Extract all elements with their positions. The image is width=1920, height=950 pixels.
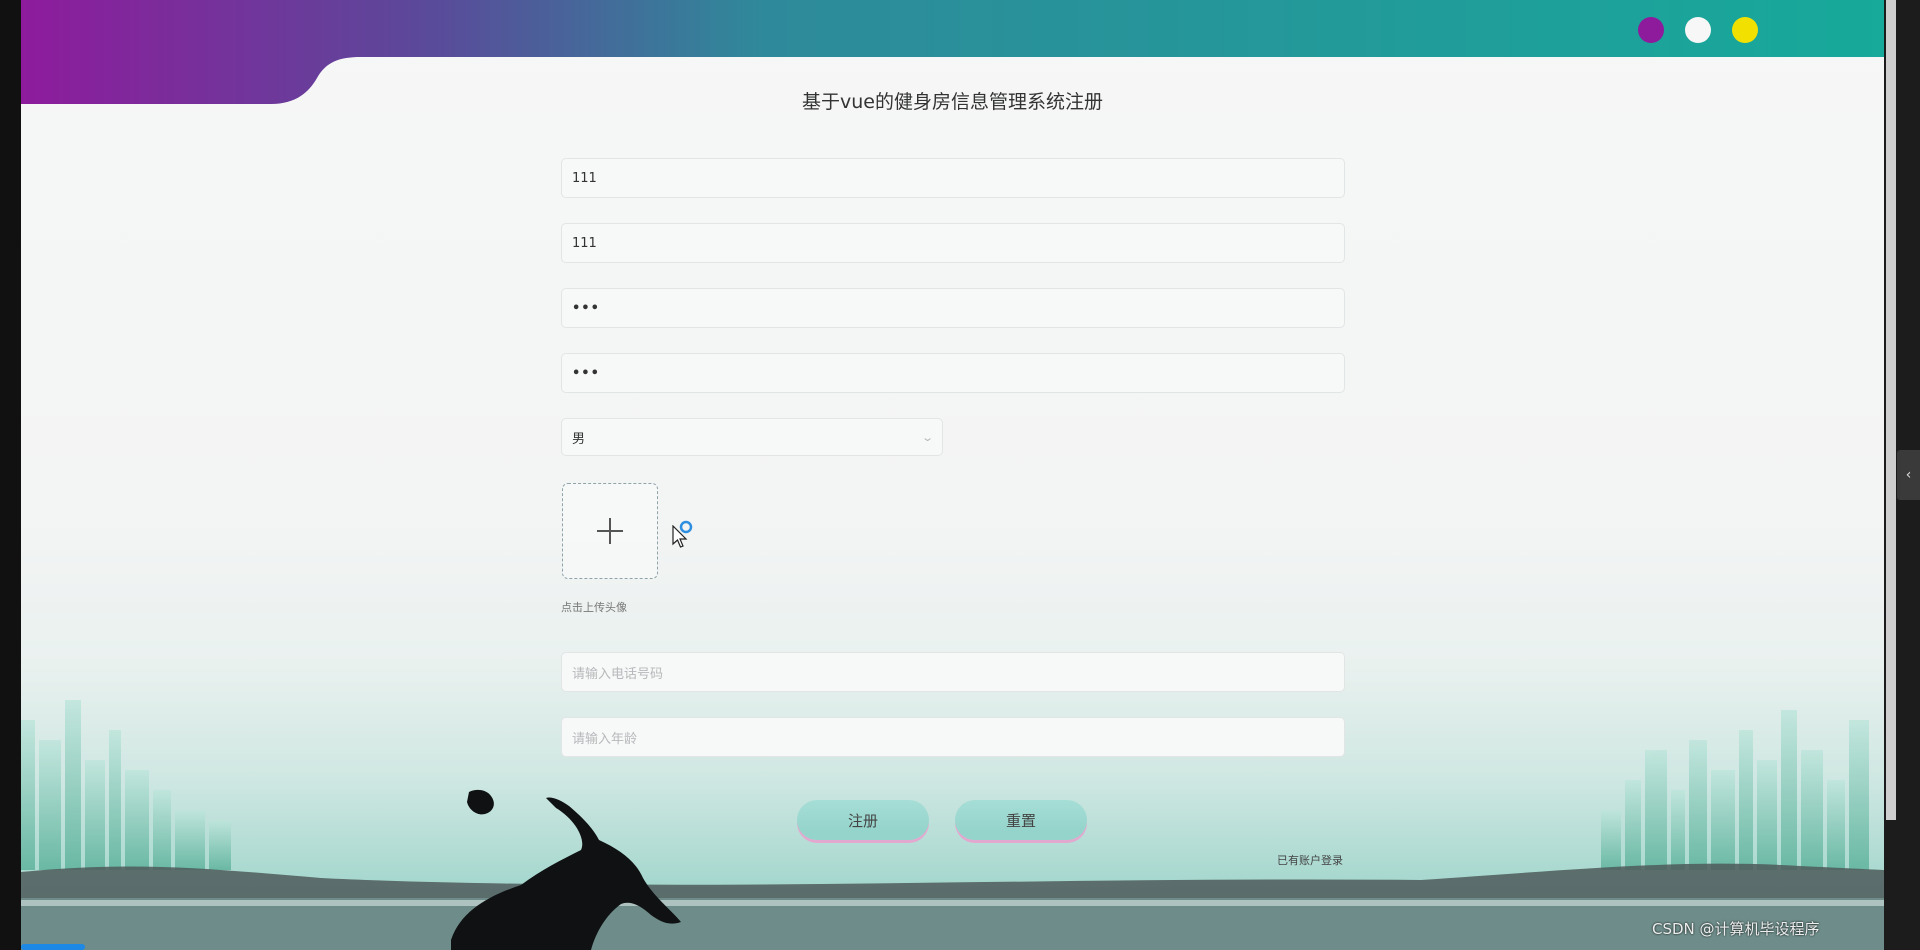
page-title: 基于vue的健身房信息管理系统注册 [802, 91, 1103, 113]
purple-theme-dot[interactable] [1638, 17, 1664, 43]
progress-bar [21, 944, 85, 950]
confirm-password-input[interactable]: ••• [561, 353, 1345, 393]
avatar-upload[interactable] [562, 483, 658, 579]
loading-spinner-icon [679, 520, 693, 534]
phone-input[interactable]: 请输入电话号码 [561, 652, 1345, 692]
side-panel-toggle[interactable]: ‹ [1897, 450, 1920, 500]
reset-button[interactable]: 重置 [955, 800, 1087, 840]
watermark: CSDN @计算机毕设程序 [1652, 920, 1820, 938]
account-input[interactable]: 111 [561, 158, 1345, 198]
chevron-left-icon: ‹ [1905, 467, 1912, 483]
login-link[interactable]: 已有账户登录 [1277, 852, 1343, 868]
screen: 基于vue的健身房信息管理系统注册 111 111 ••• ••• 男 ⌄ 点击… [0, 0, 1920, 950]
white-theme-dot[interactable] [1685, 17, 1711, 43]
chevron-down-icon: ⌄ [920, 430, 934, 444]
phone-placeholder: 请输入电话号码 [572, 666, 664, 682]
password-input[interactable]: ••• [561, 288, 1345, 328]
confirm-password-value: ••• [572, 365, 600, 381]
plus-icon [597, 518, 623, 544]
scrollbar[interactable] [1886, 0, 1896, 820]
city-skyline-background [21, 700, 1884, 950]
gender-select[interactable]: 男 ⌄ [561, 418, 943, 456]
name-input[interactable]: 111 [561, 223, 1345, 263]
gender-value: 男 [572, 431, 586, 447]
register-page: 基于vue的健身房信息管理系统注册 111 111 ••• ••• 男 ⌄ 点击… [21, 0, 1884, 950]
avatar-upload-hint: 点击上传头像 [561, 601, 627, 614]
yellow-theme-dot[interactable] [1732, 17, 1758, 43]
account-value: 111 [572, 170, 597, 186]
name-value: 111 [572, 235, 597, 251]
password-value: ••• [572, 300, 600, 316]
register-button[interactable]: 注册 [797, 800, 929, 840]
